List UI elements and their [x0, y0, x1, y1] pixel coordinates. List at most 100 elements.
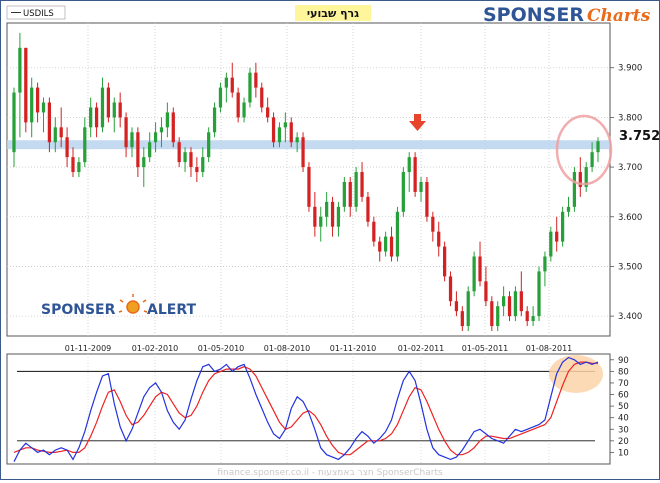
oscillator-tick-label: 60 [618, 391, 629, 401]
candle-body [336, 206, 341, 227]
candle-body [519, 291, 523, 312]
candle [513, 286, 518, 322]
time-axis: 01-11-2009 01-02-2010 01-05-2010 01-08-2010… [65, 344, 573, 353]
oscillator-tick-label: 80 [618, 367, 629, 377]
candle-body [12, 92, 16, 153]
candle-body [112, 102, 116, 118]
sponsercharts-logo: SPONSER Charts [483, 4, 651, 26]
candle-body [460, 311, 464, 327]
candle-body [59, 127, 63, 138]
candle-body [100, 87, 105, 128]
candle-body [572, 172, 577, 207]
candle-body [496, 306, 500, 327]
candle-body [271, 117, 276, 143]
oscillator-panel [6, 353, 611, 465]
candle-body [165, 112, 169, 128]
oscillator-tick-label: 50 [618, 402, 629, 412]
price-tick-label: 3.600 [618, 213, 642, 223]
candle-body [537, 271, 541, 317]
candle-body [384, 236, 388, 252]
candle-body [218, 87, 223, 108]
candle-body [207, 132, 211, 158]
candle-body [277, 127, 282, 143]
time-tick-label: 01-08-2011 [526, 344, 573, 353]
candle [248, 67, 252, 108]
candle-body [330, 201, 335, 227]
candle-body [555, 231, 559, 242]
candle-body [65, 137, 69, 158]
candle-body [106, 87, 111, 118]
candle-body [448, 276, 453, 302]
price-tick-label: 3.800 [618, 113, 642, 123]
candle [466, 286, 470, 332]
candle-body [94, 107, 99, 128]
candle-body [24, 47, 28, 123]
candle-body [596, 141, 600, 153]
candle-body [260, 87, 264, 108]
candle-body [325, 201, 329, 217]
candle-body [201, 157, 205, 173]
candle [443, 241, 447, 282]
brand-main-text: SPONSER [483, 4, 584, 26]
candle [24, 47, 28, 133]
alert-logo-right: ALERT [147, 302, 196, 318]
price-tick-label: 3.700 [618, 163, 642, 173]
candle-body [454, 301, 459, 312]
price-tick-label: 3.900 [618, 64, 642, 74]
candle [413, 152, 417, 197]
time-tick-label: 01-08-2010 [264, 344, 311, 353]
candle-body [30, 87, 34, 123]
candle-body [142, 157, 146, 168]
time-tick-label: 01-02-2011 [398, 344, 445, 353]
time-tick-label: 01-05-2011 [462, 344, 509, 353]
candle-body [130, 132, 134, 148]
candle-body [177, 142, 181, 163]
candle-body [159, 127, 164, 133]
candle [342, 177, 346, 212]
brand-accent-text: Charts [587, 6, 651, 26]
chart-window: 3.900 3.800 3.700 3.600 3.500 3.400 01-11-200… [0, 0, 660, 480]
price-tick-label: 3.500 [618, 262, 642, 272]
oscillator-axis: 9080 70 6050 4030 2010 [610, 356, 629, 458]
candle [448, 271, 453, 307]
candle-body [83, 127, 87, 163]
candle-body [236, 92, 240, 118]
candle-body [153, 132, 158, 143]
candle-body [425, 181, 429, 217]
candle [572, 167, 577, 212]
candle-body [531, 316, 535, 322]
candle-body [419, 181, 423, 192]
candle [207, 127, 211, 163]
candle-body [389, 236, 394, 257]
candle-body [307, 167, 311, 207]
candle-body [501, 296, 506, 307]
candle-body [407, 157, 411, 173]
footer-credit: finance.sponser.co.il - חצר באמצעות Spon… [217, 468, 443, 478]
candle-body [431, 216, 435, 232]
candle-body [301, 137, 305, 168]
time-tick-label: 01-11-2010 [330, 344, 377, 353]
resistance-band [7, 140, 610, 150]
candle-body [319, 216, 323, 227]
candle-body [360, 172, 364, 197]
candle [472, 251, 476, 297]
candle [106, 82, 111, 123]
candle-body [507, 296, 512, 317]
candle-body [118, 102, 122, 118]
candle [171, 107, 175, 148]
candle-body [195, 167, 199, 173]
candle-body [41, 102, 46, 113]
candle [401, 167, 405, 217]
candle [366, 191, 370, 227]
candle-body [484, 281, 488, 302]
candle-body [590, 152, 594, 168]
candle-body [71, 157, 75, 173]
oscillator-tick-label: 30 [618, 425, 629, 435]
symbol-legend: USDILS [6, 5, 66, 20]
candle-body [171, 112, 175, 143]
last-price-label: 3.752 [619, 129, 659, 144]
time-tick-label: 01-05-2010 [198, 344, 245, 353]
candle-body [89, 107, 93, 128]
candle [354, 167, 358, 212]
candle [307, 162, 311, 212]
